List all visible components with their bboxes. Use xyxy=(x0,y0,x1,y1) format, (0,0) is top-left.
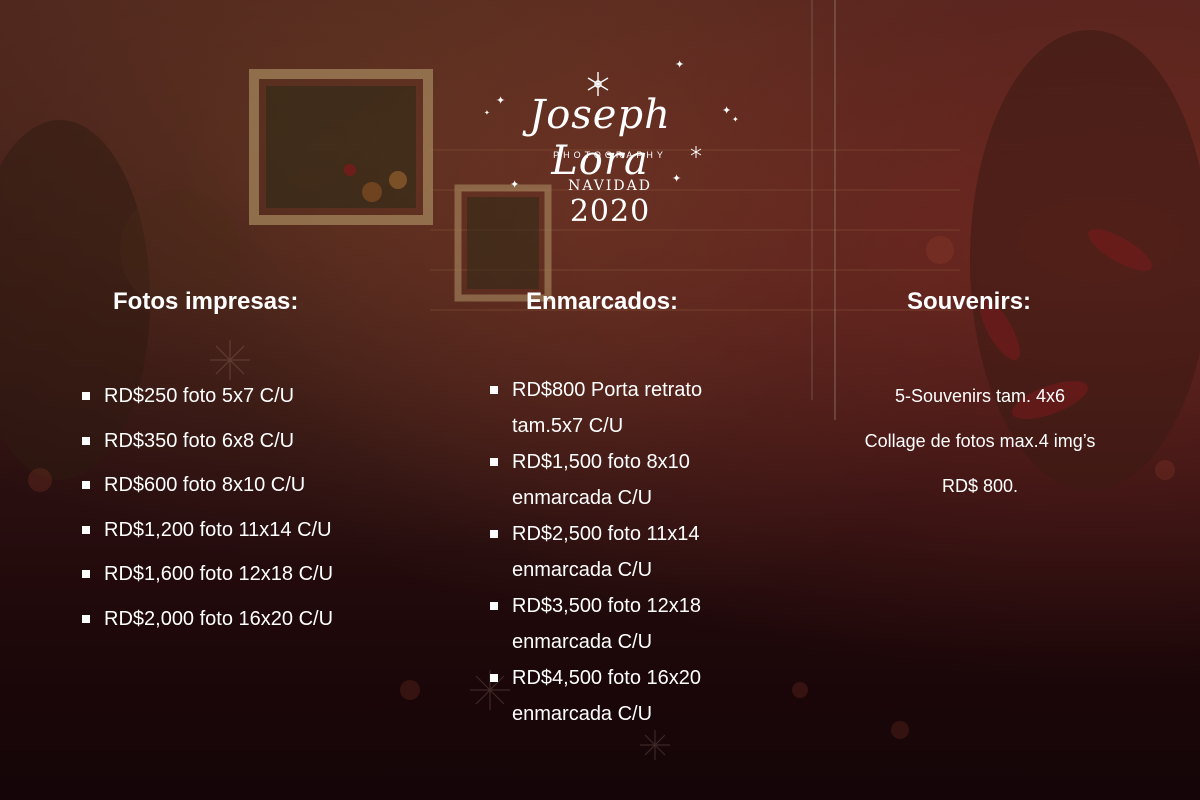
list-item: RD$2,500 foto 11x14 enmarcada C/U xyxy=(490,516,790,588)
list-item: RD$3,500 foto 12x18 enmarcada C/U xyxy=(490,588,790,660)
item-text: RD$250 foto 5x7 C/U xyxy=(104,385,295,407)
poster: ✦ ✦ ✦ ✦ ✦ ✦ ✦ Joseph Lora PHOTOGRAPHY NA… xyxy=(0,0,1200,800)
season-year: 2020 xyxy=(569,194,651,229)
bullet-icon xyxy=(490,386,498,394)
item-text: RD$1,200 foto 11x14 C/U xyxy=(104,518,332,541)
heading-fotos-impresas: Fotos impresas: xyxy=(113,288,299,315)
item-text: RD$350 foto 6x8 C/U xyxy=(104,429,295,452)
sparkle-icon: ✦ xyxy=(675,59,685,71)
bullet-icon xyxy=(82,436,90,445)
item-text-line2: enmarcada C/U xyxy=(512,631,653,653)
sparkle-icon: ✦ xyxy=(732,115,739,124)
list-item: RD$4,500 foto 16x20 enmarcada C/U xyxy=(490,660,790,732)
heading-souvenirs: Souvenirs: xyxy=(907,288,1032,315)
list-item: RD$800 Porta retrato tam.5x7 C/U xyxy=(490,372,790,444)
bullet-icon xyxy=(490,530,498,538)
souvenir-price: RD$ 800. xyxy=(941,476,1019,496)
brand-subtitle: PHOTOGRAPHY xyxy=(553,150,667,160)
list-item: RD$250 foto 5x7 C/U xyxy=(82,380,402,425)
item-text: RD$1,600 foto 12x18 C/U xyxy=(104,563,334,586)
item-text-line1: RD$800 Porta retrato xyxy=(512,379,703,401)
bullet-icon xyxy=(82,614,90,623)
item-text: RD$2,000 foto 16x20 C/U xyxy=(104,607,334,630)
bullet-icon xyxy=(82,481,90,490)
item-text-line1: RD$3,500 foto 12x18 xyxy=(512,595,702,617)
bullet-icon xyxy=(490,602,498,610)
sparkle-icon: ✦ xyxy=(484,110,490,117)
souvenir-line: Collage de fotos max.4 img’s xyxy=(864,431,1096,451)
bullet-icon xyxy=(82,570,90,579)
souvenir-line: 5-Souvenirs tam. 4x6 xyxy=(894,386,1066,406)
item-text-line2: enmarcada C/U xyxy=(512,703,653,725)
bullet-icon xyxy=(82,392,90,400)
list-item: RD$350 foto 6x8 C/U xyxy=(82,425,402,470)
brand-name: Joseph Lora xyxy=(529,92,671,184)
item-text-line2: enmarcada C/U xyxy=(512,559,653,581)
bullet-icon xyxy=(490,674,498,682)
list-item: RD$2,000 foto 16x20 C/U xyxy=(82,603,402,648)
list-item: RD$600 foto 8x10 C/U xyxy=(82,469,402,514)
item-text-line1: RD$2,500 foto 11x14 xyxy=(512,523,700,545)
item-text-line1: RD$1,500 foto 8x10 xyxy=(512,451,690,473)
enmarcados-list: RD$800 Porta retrato tam.5x7 C/U RD$1,500… xyxy=(490,372,790,732)
fotos-impresas-list: RD$250 foto 5x7 C/U RD$350 foto 6x8 C/U … xyxy=(82,380,402,648)
item-text-line2: enmarcada C/U xyxy=(512,487,653,509)
bullet-icon xyxy=(82,525,90,534)
item-text-line2: tam.5x7 C/U xyxy=(512,415,624,437)
bullet-icon xyxy=(490,458,498,466)
enmarcados-column: RD$800 Porta retrato tam.5x7 C/U RD$1,500… xyxy=(490,372,790,732)
item-text: RD$600 foto 8x10 C/U xyxy=(104,474,306,497)
list-item: RD$1,600 foto 12x18 C/U xyxy=(82,558,402,603)
list-item: RD$1,200 foto 11x14 C/U xyxy=(82,514,402,559)
sparkle-icon: ✦ xyxy=(722,105,732,117)
fotos-impresas-column: RD$250 foto 5x7 C/U RD$350 foto 6x8 C/U … xyxy=(82,380,402,648)
heading-enmarcados: Enmarcados: xyxy=(526,288,679,315)
list-item: RD$1,500 foto 8x10 enmarcada C/U xyxy=(490,444,790,516)
brand-logo: ✦ ✦ ✦ ✦ ✦ ✦ ✦ Joseph Lora PHOTOGRAPHY NA… xyxy=(470,60,750,240)
souvenirs-column: 5-Souvenirs tam. 4x6 Collage de fotos ma… xyxy=(800,374,1160,509)
item-text-line1: RD$4,500 foto 16x20 xyxy=(512,667,702,689)
season-label: NAVIDAD xyxy=(568,178,652,194)
